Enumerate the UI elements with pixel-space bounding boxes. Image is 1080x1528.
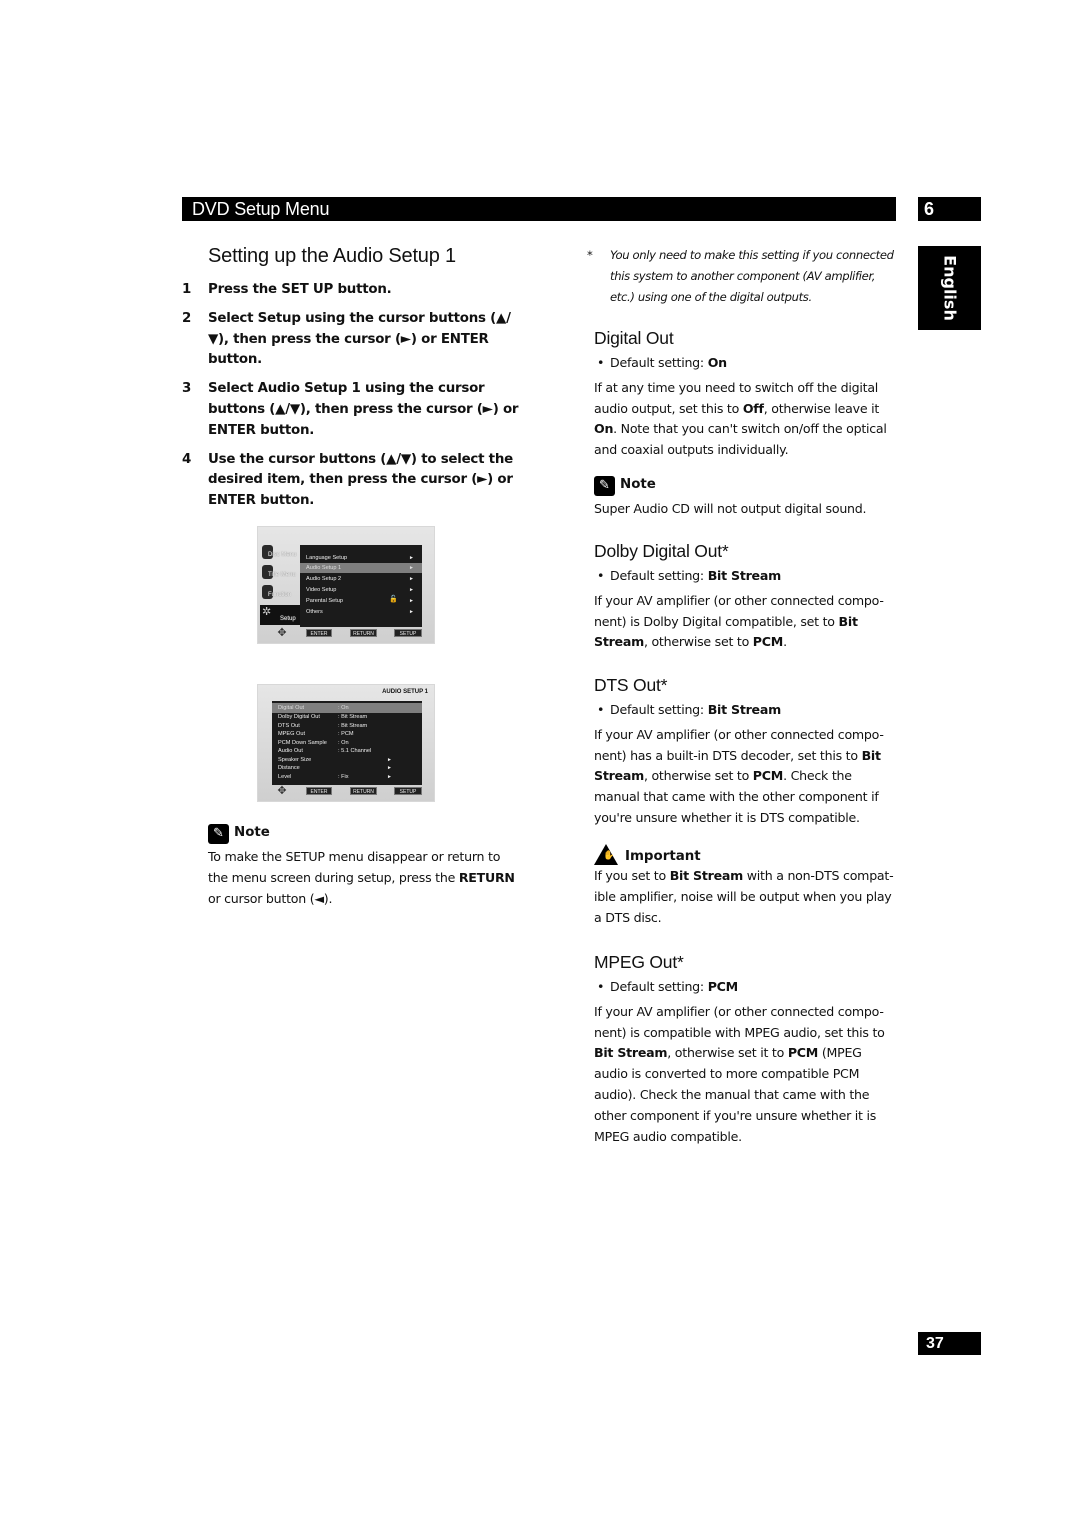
note-header: ✎ Note bbox=[208, 824, 518, 844]
step-text: Use the cursor buttons (▲/▼) to select t… bbox=[208, 451, 513, 509]
screen-title: AUDIO SETUP 1 bbox=[382, 689, 428, 695]
section-digital-out: Digital Out Default setting: On If at an… bbox=[594, 328, 896, 461]
step-item: 1 Press the SET UP button. bbox=[182, 280, 522, 301]
note-label: Note bbox=[620, 477, 656, 492]
menu-row: Audio Setup 2 ► bbox=[306, 576, 414, 582]
setup-button-graphic: SETUP bbox=[394, 787, 422, 795]
section-header-bar: DVD Setup Menu bbox=[182, 197, 896, 221]
chapter-number: 6 bbox=[924, 199, 935, 219]
steps-list: 1 Press the SET UP button. 2 Select Setup … bbox=[182, 280, 522, 520]
section-title: Dolby Digital Out* bbox=[594, 541, 729, 561]
default-setting: Default setting: Bit Stream bbox=[594, 566, 896, 587]
footnote-mark: * bbox=[587, 248, 593, 262]
enter-button-graphic: ENTER bbox=[306, 629, 332, 637]
section-body: If your AV amplifier (or other connected… bbox=[594, 726, 884, 825]
section-title: MPEG Out* bbox=[594, 952, 684, 972]
chapter-box: 6 bbox=[918, 197, 981, 221]
section-mpeg-out: MPEG Out* Default setting: PCM If your A… bbox=[594, 952, 896, 1147]
note-box: ✎ Note To make the SETUP menu disappear … bbox=[208, 824, 518, 909]
default-setting: Default setting: Bit Stream bbox=[594, 700, 896, 721]
step-text: Select Audio Setup 1 using the cursor bu… bbox=[208, 381, 519, 438]
language-tab: English bbox=[918, 246, 981, 330]
language-tab-label: English bbox=[940, 255, 959, 321]
step-number: 4 bbox=[182, 451, 192, 467]
arrow-right-icon: ► bbox=[409, 587, 414, 593]
menu-row: Parental Setup 🔓 ► bbox=[306, 596, 414, 604]
arrow-right-icon: ► bbox=[409, 555, 414, 561]
screen-footer: ✥ ENTER RETURN SETUP bbox=[258, 785, 434, 797]
return-button-graphic: RETURN bbox=[350, 787, 377, 795]
return-button-graphic: RETURN bbox=[350, 629, 377, 637]
audio-setup-screenshot: AUDIO SETUP 1 Digital Out: On Dolby Digi… bbox=[257, 684, 435, 802]
setup-menu-screenshot: Disc Menu Title Menu Function ✲ Setup Lan… bbox=[257, 526, 435, 644]
arrow-right-icon: ► bbox=[409, 609, 414, 615]
padlock-icon: 🔓 bbox=[389, 596, 398, 603]
step-item: 2 Select Setup using the cursor buttons (… bbox=[182, 309, 522, 371]
step-number: 3 bbox=[182, 381, 192, 397]
menu-row-selected: Audio Setup 1 ► bbox=[300, 563, 422, 573]
section-body: If your AV amplifier (or other connected… bbox=[594, 592, 884, 650]
setup-menu-panel: Language Setup ► Audio Setup 1 ► Audio Set… bbox=[300, 545, 422, 627]
menu-row: Language Setup ► bbox=[306, 555, 414, 561]
pencil-icon: ✎ bbox=[208, 824, 229, 844]
section-dts-out: DTS Out* Default setting: Bit Stream If … bbox=[594, 675, 896, 829]
default-setting: Default setting: On bbox=[594, 353, 896, 374]
menu-row: Others ► bbox=[306, 609, 414, 615]
note-box: ✎ Note Super Audio CD will not output di… bbox=[594, 476, 896, 520]
dpad-icon: ✥ bbox=[277, 784, 287, 797]
default-setting: Default setting: PCM bbox=[594, 977, 896, 998]
section-title: DTS Out* bbox=[594, 675, 668, 695]
step-item: 3 Select Audio Setup 1 using the cursor b… bbox=[182, 379, 522, 441]
setting-row: Level: Fix ► bbox=[278, 773, 392, 780]
warning-hand-icon: ✋ bbox=[594, 844, 618, 865]
page-title: Setting up the Audio Setup 1 bbox=[208, 245, 456, 267]
note-header: ✎ Note bbox=[594, 476, 896, 496]
audio-setup-panel: Digital Out: On Dolby Digital Out: Bit S… bbox=[272, 701, 422, 785]
important-label: Important bbox=[625, 849, 701, 864]
step-item: 4 Use the cursor buttons (▲/▼) to select … bbox=[182, 450, 522, 512]
menu-row: Video Setup ► bbox=[306, 587, 414, 593]
section-dolby-digital-out: Dolby Digital Out* Default setting: Bit … bbox=[594, 541, 896, 653]
page-number-box: 37 bbox=[918, 1332, 981, 1355]
step-text: Select Setup using the cursor buttons (▲… bbox=[208, 310, 511, 368]
note-label: Note bbox=[234, 825, 270, 840]
page-number: 37 bbox=[926, 1335, 944, 1352]
important-text: If you set to Bit Stream with a non-DTS … bbox=[594, 868, 894, 925]
important-box: ✋ Important If you set to Bit Stream wit… bbox=[594, 844, 896, 928]
step-text: Press the SET UP button. bbox=[208, 282, 392, 297]
section-body: If your AV amplifier (or other connected… bbox=[594, 1003, 885, 1144]
note-text: To make the SETUP menu disappear or retu… bbox=[208, 849, 515, 906]
screen-sidebar: Disc Menu Title Menu Function ✲ Setup bbox=[258, 541, 306, 627]
setup-button-graphic: SETUP bbox=[394, 629, 422, 637]
dpad-icon: ✥ bbox=[277, 626, 287, 639]
section-header-title: DVD Setup Menu bbox=[192, 199, 330, 219]
section-title: Digital Out bbox=[594, 328, 674, 348]
arrow-right-icon: ► bbox=[409, 576, 414, 582]
pencil-icon: ✎ bbox=[594, 476, 615, 496]
arrow-right-icon: ► bbox=[409, 598, 414, 604]
screen-footer: ✥ ENTER RETURN SETUP bbox=[258, 627, 434, 639]
section-body: If at any time you need to switch off th… bbox=[594, 379, 887, 458]
footnote-text: You only need to make this setting if yo… bbox=[610, 248, 894, 304]
footnote: * You only need to make this setting if … bbox=[587, 245, 896, 307]
step-number: 2 bbox=[182, 310, 192, 326]
step-number: 1 bbox=[182, 282, 192, 297]
arrow-right-icon: ► bbox=[387, 773, 392, 780]
note-text: Super Audio CD will not output digital s… bbox=[594, 501, 867, 516]
important-header: ✋ Important bbox=[594, 844, 896, 866]
enter-button-graphic: ENTER bbox=[306, 787, 332, 795]
arrow-right-icon: ► bbox=[409, 565, 414, 571]
gear-icon: ✲ bbox=[262, 606, 272, 618]
